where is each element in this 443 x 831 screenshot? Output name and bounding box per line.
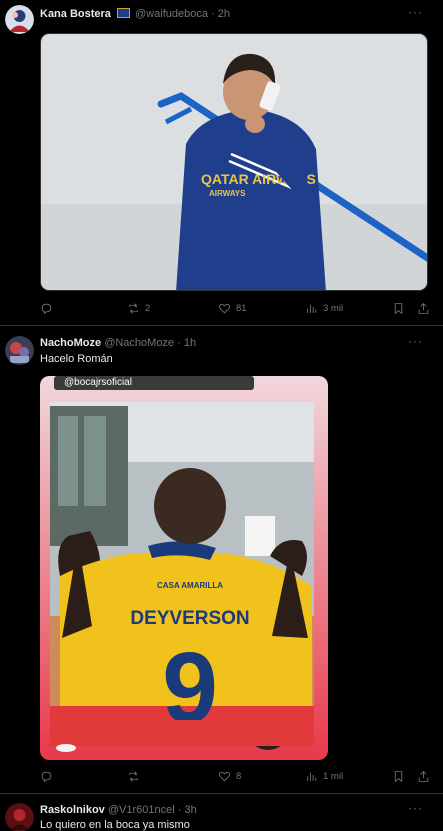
repost-button[interactable] xyxy=(127,768,145,784)
more-options-icon[interactable]: ··· xyxy=(408,334,423,348)
post-time[interactable]: 1h xyxy=(184,337,196,349)
separator-dot: · xyxy=(177,804,182,816)
repost-count: 2 xyxy=(145,302,151,314)
post-image[interactable]: @bocajrsoficial CASA AMARILLA DEYVERSON … xyxy=(40,376,328,760)
jersey-collar-text: CASA AMARILLA xyxy=(157,581,223,590)
views-count: 3 mil xyxy=(323,302,344,314)
avatar[interactable] xyxy=(5,336,34,365)
views-button[interactable]: 3 mil xyxy=(305,300,343,316)
reply-icon xyxy=(41,303,52,314)
views-button[interactable]: 1 mil xyxy=(305,768,343,784)
heart-icon xyxy=(218,303,231,313)
share-button[interactable] xyxy=(417,300,430,316)
share-icon xyxy=(418,770,429,782)
views-icon xyxy=(307,304,317,313)
action-bar: 8 1 mil xyxy=(40,768,432,784)
story-caption: @bocajrsoficial xyxy=(64,377,132,388)
views-icon xyxy=(307,772,317,781)
author-name[interactable]: Kana Bostera xyxy=(40,8,111,20)
post-time[interactable]: 2h xyxy=(218,8,230,20)
post-header: Kana Bostera @waifudeboca · 2h xyxy=(40,8,230,20)
share-icon xyxy=(418,302,429,314)
separator-dot: · xyxy=(177,337,181,349)
bookmark-icon xyxy=(394,302,403,314)
author-name[interactable]: NachoMoze xyxy=(40,337,101,349)
svg-text:AIRWAYS: AIRWAYS xyxy=(209,189,246,198)
author-name[interactable]: Raskolnikov xyxy=(40,804,105,816)
repost-icon xyxy=(129,302,138,314)
share-button[interactable] xyxy=(417,768,430,784)
action-bar: 2 81 3 mil xyxy=(40,300,432,316)
like-button[interactable]: 8 xyxy=(218,768,241,784)
like-count: 8 xyxy=(236,770,242,782)
reply-button[interactable] xyxy=(40,768,58,784)
repost-button[interactable]: 2 xyxy=(127,300,150,316)
post-image[interactable]: QATAR AIRWAYS AIRWAYS xyxy=(40,33,428,291)
heart-icon xyxy=(218,771,231,781)
post-header: Raskolnikov @V1r601ncel · 3h xyxy=(40,804,197,816)
post-3[interactable]: Raskolnikov @V1r601ncel · 3h ··· Lo quie… xyxy=(0,794,443,831)
separator-dot: · xyxy=(211,8,215,20)
post-1[interactable]: Kana Bostera @waifudeboca · 2h ··· QATAR… xyxy=(0,0,443,326)
avatar[interactable] xyxy=(5,5,34,34)
author-handle[interactable]: @V1r601ncel xyxy=(108,804,175,816)
views-count: 1 mil xyxy=(323,770,344,782)
jersey-name: DEYVERSON xyxy=(130,608,249,629)
author-handle[interactable]: @NachoMoze xyxy=(104,337,174,349)
like-button[interactable]: 81 xyxy=(218,300,247,316)
post-header: NachoMoze @NachoMoze · 1h xyxy=(40,337,196,349)
avatar[interactable] xyxy=(5,803,34,831)
bookmark-button[interactable] xyxy=(392,300,405,316)
repost-icon xyxy=(129,770,138,782)
author-handle[interactable]: @waifudeboca xyxy=(135,8,208,20)
flag-icon xyxy=(116,8,130,18)
reply-icon xyxy=(41,771,52,782)
post-text: Lo quiero en la boca ya mismo xyxy=(40,819,190,831)
bookmark-button[interactable] xyxy=(392,768,405,784)
like-count: 81 xyxy=(236,302,247,314)
more-options-icon[interactable]: ··· xyxy=(408,5,423,19)
post-text: Hacelo Román xyxy=(40,353,113,365)
reply-button[interactable] xyxy=(40,300,58,316)
post-2[interactable]: NachoMoze @NachoMoze · 1h ··· Hacelo Rom… xyxy=(0,326,443,794)
post-time[interactable]: 3h xyxy=(185,804,197,816)
more-options-icon[interactable]: ··· xyxy=(408,801,423,815)
bookmark-icon xyxy=(394,770,403,782)
